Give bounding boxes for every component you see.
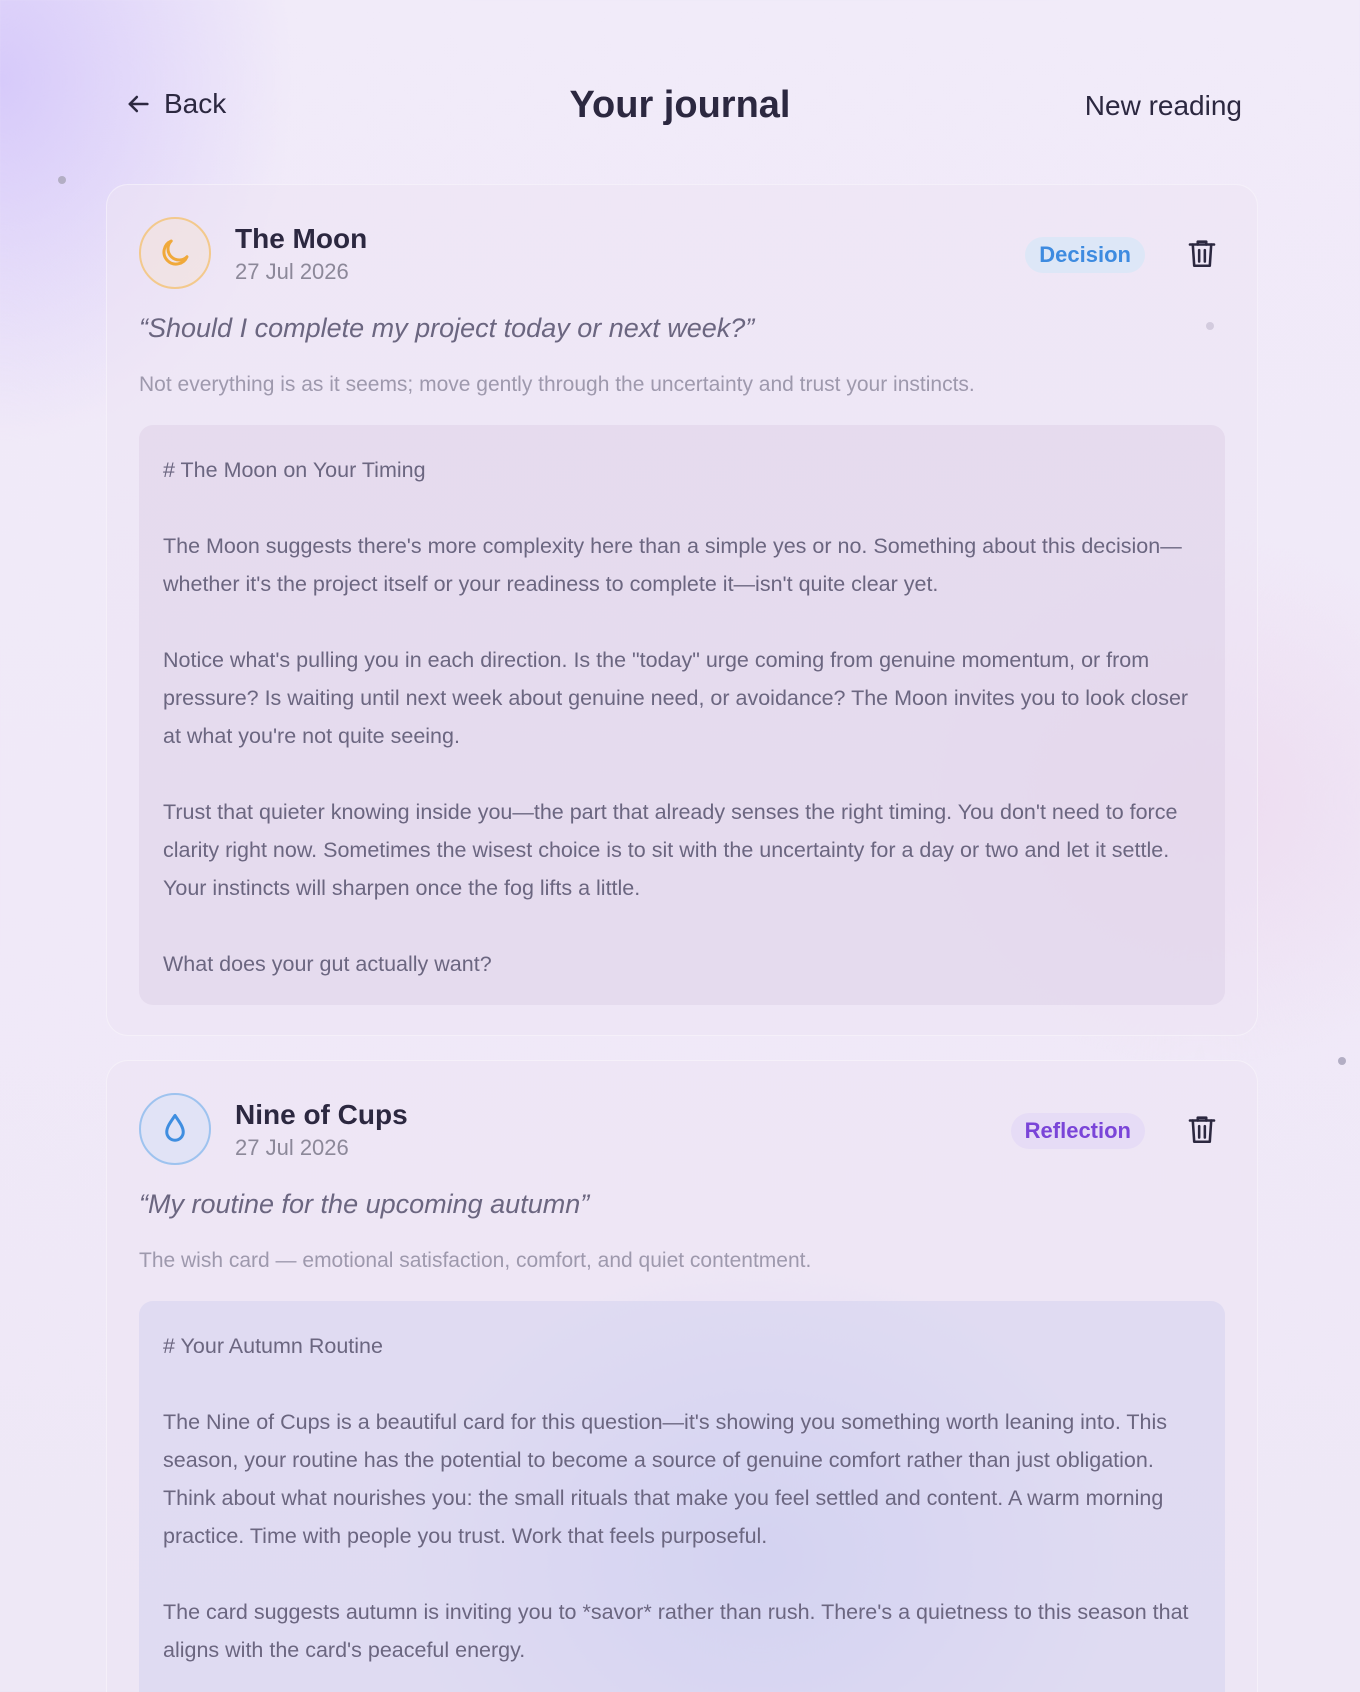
reading-heading: # The Moon on Your Timing [163,458,426,482]
new-reading-button[interactable]: New reading [1085,90,1242,122]
entry-summary: The wish card — emotional satisfaction, … [139,1249,812,1272]
decorative-dot [1338,1057,1346,1065]
entry-date: 27 Jul 2026 [235,259,349,284]
reading-paragraph: What does your gut actually want? [163,952,492,976]
reading-paragraph: The Nine of Cups is a beautiful card for… [163,1410,1167,1548]
moon-icon [162,239,189,266]
reading-text: # The Moon on Your Timing The Moon sugge… [139,425,1225,1005]
journal-entry-card: The Moon 27 Jul 2026 Decision “Should I … [106,184,1258,1036]
category-badge: Reflection [1010,1113,1145,1149]
reading-text: # Your Autumn Routine The Nine of Cups i… [139,1301,1225,1692]
card-icon-badge [139,1093,211,1165]
reading-paragraph: Notice what's pulling you in each direct… [163,648,1189,748]
reading-paragraph: The card suggests autumn is inviting you… [163,1600,1189,1662]
journal-entry-card: Nine of Cups 27 Jul 2026 Reflection “My … [106,1060,1258,1692]
arrow-left-icon [128,95,149,113]
entry-header: The Moon 27 Jul 2026 Decision [139,217,1225,289]
card-name: Nine of Cups [235,1099,408,1130]
back-button[interactable]: Back [124,88,226,120]
entry-question: “Should I complete my project today or n… [139,313,755,343]
card-name: The Moon [235,223,368,254]
reading-heading: # Your Autumn Routine [163,1334,383,1358]
entry-date: 27 Jul 2026 [235,1135,349,1160]
back-label: Back [164,88,227,119]
trash-icon[interactable] [1185,235,1219,271]
water-drop-icon [165,1114,185,1142]
entry-header: Nine of Cups 27 Jul 2026 Reflection [139,1093,1225,1165]
category-badge: Decision [1025,237,1145,273]
reading-paragraph: Trust that quieter knowing inside you—th… [163,800,1178,900]
reading-paragraph: The Moon suggests there's more complexit… [163,534,1182,596]
card-icon-badge [139,217,211,289]
entry-question: “My routine for the upcoming autumn” [139,1189,590,1219]
entry-summary: Not everything is as it seems; move gent… [139,373,975,396]
trash-icon[interactable] [1185,1111,1219,1147]
